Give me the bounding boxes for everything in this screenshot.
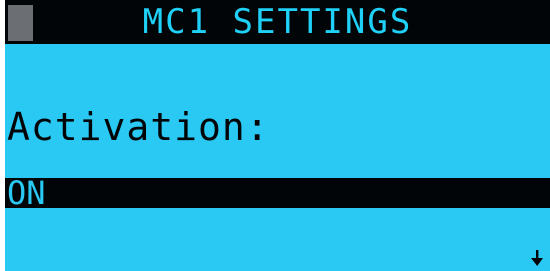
activation-value-selector[interactable]: ON bbox=[5, 174, 550, 212]
device-screen: MC1 SETTINGS Activation: ON bbox=[0, 0, 550, 271]
activation-value: ON bbox=[7, 174, 46, 212]
page-title: MC1 SETTINGS bbox=[142, 2, 413, 42]
title-bar: MC1 SETTINGS bbox=[5, 0, 550, 44]
lcd-display: MC1 SETTINGS Activation: ON bbox=[5, 0, 550, 271]
arrow-down-icon[interactable] bbox=[530, 249, 544, 267]
activation-label: Activation: bbox=[7, 105, 270, 149]
